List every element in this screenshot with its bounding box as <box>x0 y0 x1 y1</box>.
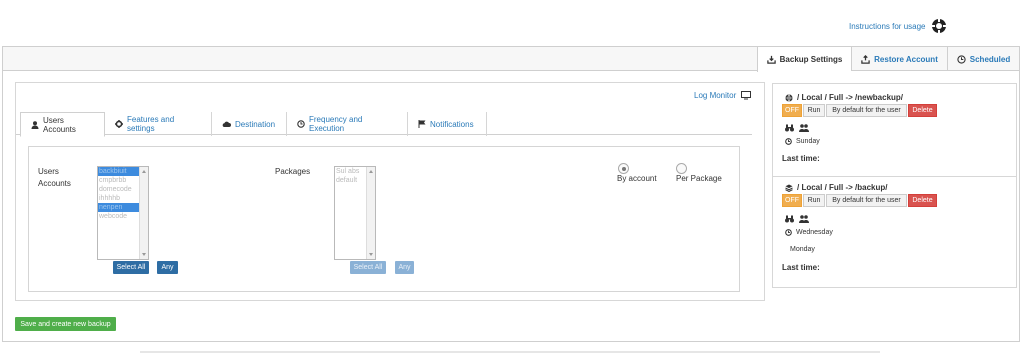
schedule-day-row: Sunday <box>785 138 820 145</box>
clock-icon <box>785 229 792 236</box>
bottom-divider <box>140 351 880 353</box>
by-account-label: By account <box>617 174 657 183</box>
monitor-icon <box>741 91 752 100</box>
schedule-icons <box>785 215 809 223</box>
tab-scheduled-label: Scheduled <box>969 54 1011 64</box>
users-icon <box>799 124 809 132</box>
packages-label: Packages <box>275 167 311 176</box>
toggle-off-button[interactable]: OFF <box>782 194 802 207</box>
tab-frequency-execution[interactable]: Frequency and Execution <box>287 112 408 136</box>
clock-icon <box>957 54 966 64</box>
per-package-label: Per Package <box>676 174 722 183</box>
tab-restore-account-label: Restore Account <box>874 54 938 64</box>
schedule-day: Wednesday <box>796 229 833 236</box>
flag-icon <box>418 120 426 128</box>
binoculars-icon <box>785 124 794 132</box>
log-monitor-link[interactable]: Log Monitor <box>694 91 752 100</box>
clock-icon <box>297 120 305 128</box>
instructions-label[interactable]: Instructions for usage <box>849 22 925 31</box>
tab-destination[interactable]: Destination <box>212 112 287 136</box>
tab-restore-account[interactable]: Restore Account <box>851 47 947 71</box>
schedule-title-text: / Local / Full -> /newbackup/ <box>797 93 904 102</box>
gear-icon <box>115 120 123 128</box>
default-user-button[interactable]: By default for the user <box>826 104 907 117</box>
globe-icon <box>785 93 793 102</box>
packages-select-all-button[interactable]: Select All <box>350 261 386 274</box>
layers-icon <box>785 184 793 192</box>
users-any-button[interactable]: Any <box>157 261 178 274</box>
delete-button[interactable]: Delete <box>908 194 937 207</box>
toggle-off-button[interactable]: OFF <box>782 104 802 117</box>
schedule-day: Sunday <box>796 138 820 145</box>
tab-features-settings-label: Features and settings <box>127 115 175 133</box>
tab-notifications[interactable]: Notifications <box>408 112 487 136</box>
log-monitor-label[interactable]: Log Monitor <box>694 91 736 100</box>
run-button[interactable]: Run <box>803 194 825 207</box>
users-listbox[interactable]: backbiuit cmpbrbb domecode ihhhhb nenpen… <box>97 166 149 260</box>
tab-users-accounts-label: Users Accounts <box>43 115 76 134</box>
users-scrollbar[interactable] <box>139 167 148 259</box>
run-button[interactable]: Run <box>803 104 825 117</box>
schedule-title: / Local / Full -> /backup/ <box>785 183 887 192</box>
packages-scrollbar[interactable] <box>366 167 375 259</box>
schedule-divider <box>773 176 1016 177</box>
tab-notifications-label: Notifications <box>430 119 474 129</box>
user-icon <box>31 120 39 129</box>
schedule-icons <box>785 124 809 132</box>
users-select-all-button[interactable]: Select All <box>113 261 149 274</box>
packages-listbox[interactable]: Sul abs default <box>334 166 376 260</box>
schedule-extra-day: Monday <box>790 246 815 253</box>
tab-backup-settings[interactable]: Backup Settings <box>757 47 851 72</box>
tab-destination-label: Destination <box>235 119 276 129</box>
binoculars-icon <box>785 215 794 223</box>
default-user-button[interactable]: By default for the user <box>826 194 907 207</box>
instructions-link[interactable]: Instructions for usage <box>849 18 947 34</box>
schedule-day-row: Wednesday <box>785 229 833 236</box>
delete-button[interactable]: Delete <box>908 104 937 117</box>
last-time-label: Last time: <box>782 154 820 163</box>
users-accounts-label: Users Accounts <box>38 167 71 188</box>
download-tray-icon <box>766 55 776 64</box>
upload-tray-icon <box>861 54 870 64</box>
tab-frequency-execution-label: Frequency and Execution <box>309 115 363 133</box>
tab-features-settings[interactable]: Features and settings <box>105 112 212 136</box>
schedule-title: / Local / Full -> /newbackup/ <box>785 93 903 102</box>
schedule-title-text: / Local / Full -> /backup/ <box>797 183 888 192</box>
tab-scheduled[interactable]: Scheduled <box>947 47 1019 71</box>
users-icon <box>799 215 809 223</box>
packages-any-button[interactable]: Any <box>395 261 414 274</box>
last-time-label: Last time: <box>782 263 820 272</box>
save-create-backup-button[interactable]: Save and create new backup <box>15 317 116 331</box>
clock-icon <box>785 138 792 145</box>
cloud-icon <box>222 121 231 127</box>
lifebuoy-icon <box>931 18 947 34</box>
tab-backup-settings-label: Backup Settings <box>779 55 843 64</box>
tab-users-accounts[interactable]: Users Accounts <box>20 112 105 137</box>
